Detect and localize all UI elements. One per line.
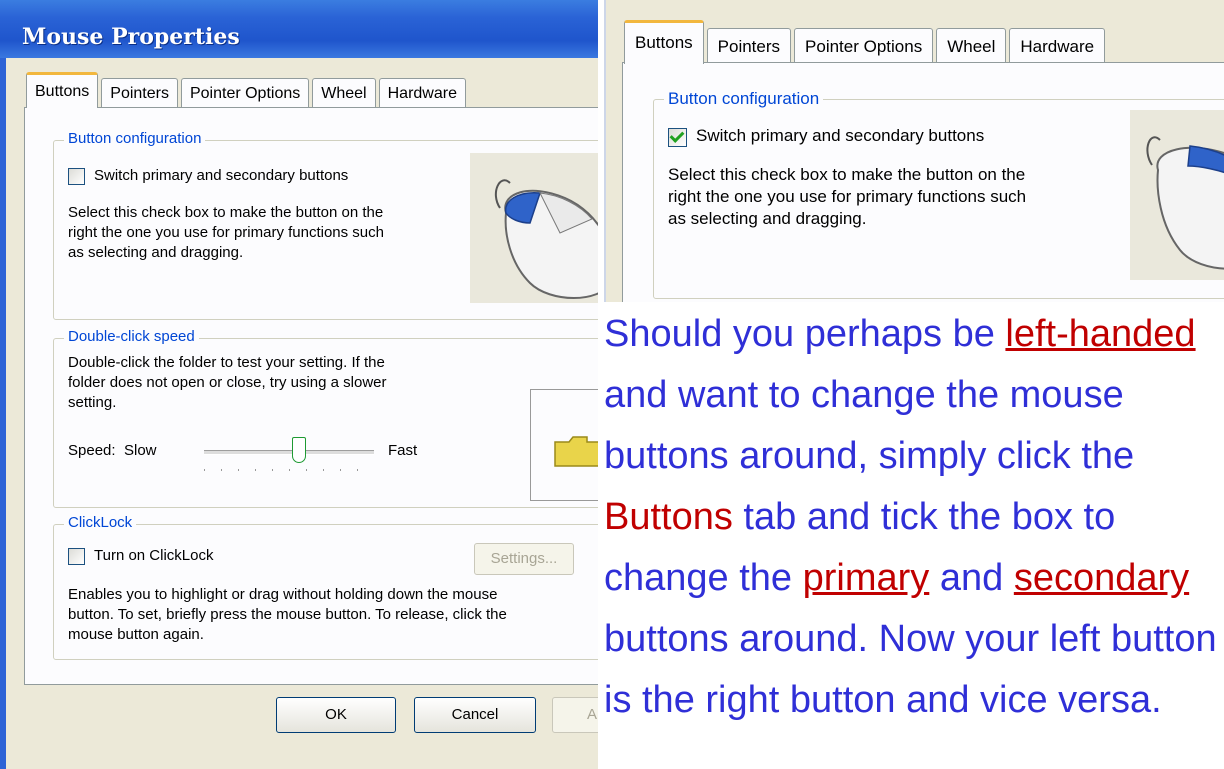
prose-text-4: and [929, 557, 1014, 599]
tab-pointers[interactable]: Pointers [101, 78, 178, 108]
speed-slider-ticks [204, 469, 374, 471]
clicklock-checkbox[interactable] [68, 548, 85, 565]
double-click-desc-line-2: folder does not open or close, try using… [68, 374, 387, 391]
closeup-tab-hardware[interactable]: Hardware [1009, 28, 1106, 64]
left-handed-link[interactable]: left-handed [1005, 313, 1195, 355]
closeup-desc-line-1: Select this check box to make the button… [668, 165, 1026, 184]
button-configuration-group: Button configuration Switch primary and … [53, 130, 598, 320]
double-click-desc-line-3: setting. [68, 394, 117, 411]
switch-buttons-checkbox[interactable] [68, 168, 85, 185]
tab-wheel[interactable]: Wheel [312, 78, 376, 108]
folder-icon[interactable] [553, 434, 598, 468]
double-click-speed-group: Double-click speed Double-click the fold… [53, 328, 598, 508]
button-config-desc-line-3: as selecting and dragging. [68, 244, 244, 261]
speed-slider-track[interactable] [204, 450, 374, 455]
closeup-switch-buttons-checkbox[interactable] [668, 128, 687, 147]
fast-label: Fast [388, 442, 418, 459]
tab-hardware[interactable]: Hardware [378, 78, 466, 108]
closeup-button-configuration-group: Button configuration Switch primary and … [653, 89, 1224, 299]
window-title: Mouse Properties [22, 24, 240, 50]
speed-label: Speed: [68, 442, 116, 459]
cancel-button[interactable]: Cancel [414, 697, 536, 733]
prose-text-5: buttons around. Now your left button is … [604, 618, 1217, 721]
clicklock-desc-line-3: mouse button again. [68, 626, 204, 643]
buttons-highlight: Buttons [604, 496, 733, 538]
clicklock-label[interactable]: Turn on ClickLock [94, 546, 214, 566]
slow-label: Slow [124, 442, 157, 459]
switch-buttons-label[interactable]: Switch primary and secondary buttons [94, 166, 348, 186]
settings-button[interactable]: Settings... [474, 543, 574, 575]
closeup-legend: Button configuration [664, 89, 824, 109]
closeup-tab-pointers[interactable]: Pointers [706, 28, 792, 64]
prose-text-1: Should you perhaps be [604, 313, 1006, 355]
closeup-mouse-icon [1146, 136, 1224, 270]
tab-strip: Buttons Pointers Pointer Options Wheel H… [26, 72, 469, 108]
clicklock-desc-line-2: button. To set, briefly press the mouse … [68, 606, 507, 623]
mouse-illustration [470, 153, 598, 303]
closeup-tab-panel: Button configuration Switch primary and … [622, 62, 1224, 302]
ok-button[interactable]: OK [276, 697, 396, 733]
prose-text-2: and want to change the mouse buttons aro… [604, 374, 1135, 477]
test-folder-area[interactable] [530, 389, 598, 501]
button-config-desc-line-2: right the one you use for primary functi… [68, 224, 384, 241]
closeup-mouse-illustration [1130, 110, 1224, 280]
tab-buttons[interactable]: Buttons [26, 72, 99, 108]
mouse-icon [494, 179, 598, 299]
mouse-properties-window: Mouse Properties Buttons Pointers Pointe… [0, 0, 598, 769]
window-border [0, 58, 6, 769]
button-config-desc-line-1: Select this check box to make the button… [68, 204, 384, 221]
closeup-tab-pointer-options[interactable]: Pointer Options [794, 28, 934, 64]
closeup-tab-wheel[interactable]: Wheel [936, 28, 1007, 64]
closeup-tab-strip: Buttons Pointers Pointer Options Wheel H… [624, 20, 1108, 64]
closeup-switch-buttons-label[interactable]: Switch primary and secondary buttons [696, 126, 984, 146]
clicklock-desc-line-1: Enables you to highlight or drag without… [68, 586, 498, 603]
tab-pointer-options[interactable]: Pointer Options [180, 78, 310, 108]
secondary-link[interactable]: secondary [1014, 557, 1189, 599]
closeup-desc-line-2: right the one you use for primary functi… [668, 187, 1027, 206]
primary-link[interactable]: primary [803, 557, 930, 599]
double-click-legend: Double-click speed [64, 328, 199, 345]
button-configuration-legend: Button configuration [64, 130, 206, 147]
clicklock-legend: ClickLock [64, 514, 137, 531]
clicklock-group: ClickLock Turn on ClickLock Settings... … [53, 514, 598, 660]
tab-panel: Button configuration Switch primary and … [24, 107, 598, 685]
speed-slider-thumb[interactable] [292, 437, 306, 463]
title-bar[interactable]: Mouse Properties [0, 0, 598, 58]
instruction-paragraph: Should you perhaps be left-handed and wa… [604, 304, 1219, 731]
double-click-desc-line-1: Double-click the folder to test your set… [68, 354, 385, 371]
closeup-tab-buttons[interactable]: Buttons [624, 20, 704, 64]
apply-button[interactable]: A [552, 697, 598, 733]
closeup-desc-line-3: as selecting and dragging. [668, 209, 867, 228]
buttons-tab-closeup: Buttons Pointers Pointer Options Wheel H… [604, 0, 1224, 302]
